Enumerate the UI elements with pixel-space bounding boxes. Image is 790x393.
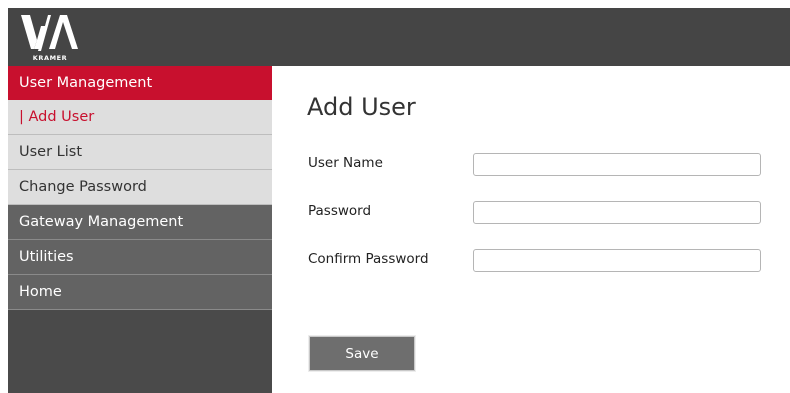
top-header-bar: KRAMER (8, 8, 790, 66)
password-input[interactable] (473, 201, 761, 224)
sidebar: User Management | Add User User List Cha… (8, 66, 272, 393)
app-page: KRAMER User Management | Add User User L… (0, 0, 790, 393)
sidebar-item-add-user[interactable]: | Add User (8, 100, 272, 135)
via-logo-mark (21, 15, 78, 51)
kramer-via-logo: KRAMER (19, 13, 79, 63)
logo-subtitle: KRAMER (32, 54, 68, 62)
sidebar-item-home[interactable]: Home (8, 275, 272, 310)
sidebar-item-user-list[interactable]: User List (8, 135, 272, 170)
save-button[interactable]: Save (309, 336, 415, 371)
sidebar-item-gateway-management[interactable]: Gateway Management (8, 205, 272, 240)
page-title: Add User (307, 93, 416, 121)
sidebar-item-change-password[interactable]: Change Password (8, 170, 272, 205)
password-label: Password (308, 203, 372, 219)
sidebar-section-user-management[interactable]: User Management (8, 66, 272, 100)
confirm-password-input[interactable] (473, 249, 761, 272)
user-name-label: User Name (308, 155, 383, 171)
user-name-input[interactable] (473, 153, 761, 176)
confirm-password-label: Confirm Password (308, 251, 429, 267)
sidebar-item-utilities[interactable]: Utilities (8, 240, 272, 275)
